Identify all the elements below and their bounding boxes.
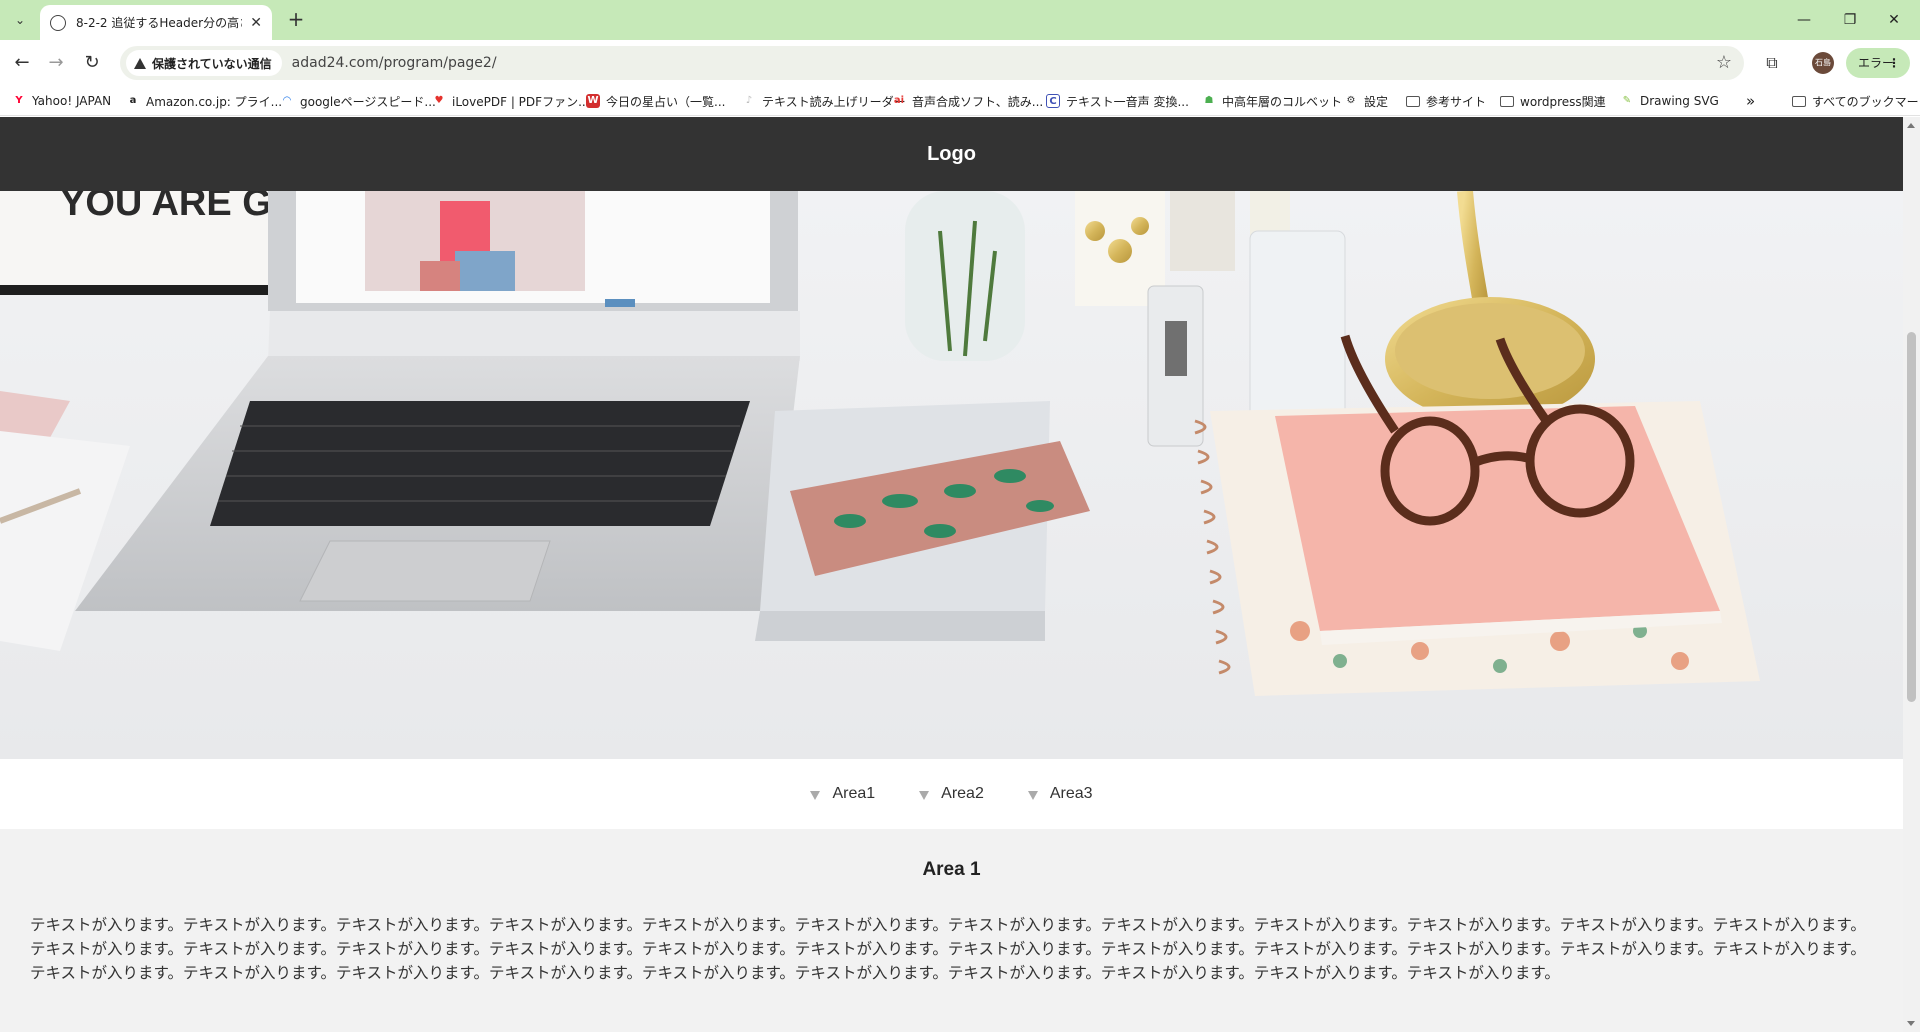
new-tab-button[interactable]: + bbox=[284, 8, 308, 32]
globe-icon bbox=[50, 14, 66, 31]
security-chip[interactable]: 保護されていない通信 bbox=[126, 50, 282, 76]
area-1-section: Area 1 テキストが入ります。テキストが入ります。テキストが入ります。テキス… bbox=[0, 829, 1903, 1032]
c-icon: C bbox=[1046, 94, 1060, 108]
bookmark-item[interactable]: ☗ 中高年層のコルベット bbox=[1202, 92, 1343, 110]
folder-icon bbox=[1792, 95, 1806, 107]
star-icon[interactable]: ☆ bbox=[1716, 52, 1732, 73]
horoscope-icon: W bbox=[586, 94, 600, 108]
bookmark-folder[interactable]: 参考サイト bbox=[1406, 92, 1486, 110]
area-nav: Area1 Area2 Area3 bbox=[0, 759, 1903, 829]
site-logo[interactable]: Logo bbox=[927, 143, 976, 166]
gear-icon: ⚙ bbox=[1346, 95, 1356, 106]
page-viewport: Logo YOU ARE GO Area1 Area2 Area3 Area 1… bbox=[0, 117, 1920, 1032]
warning-icon bbox=[134, 57, 146, 69]
url-text[interactable]: adad24.com/program/page2/ bbox=[292, 55, 497, 71]
security-label: 保護されていない通信 bbox=[152, 56, 272, 71]
bookmark-item[interactable]: ai 音声合成ソフト、読み... bbox=[892, 92, 1043, 110]
close-icon[interactable]: ✕ bbox=[250, 15, 262, 31]
all-bookmarks-folder[interactable]: すべてのブックマーク bbox=[1792, 92, 1920, 110]
arrow-right-icon: → bbox=[48, 52, 64, 73]
bookmark-item[interactable]: ♥ iLovePDF | PDFファン... bbox=[432, 92, 590, 110]
browser-toolbar: ← → ↻ 保護されていない通信 adad24.com/program/page… bbox=[0, 40, 1920, 86]
bookmark-item[interactable]: Y Yahoo! JAPAN bbox=[12, 92, 111, 110]
bookmarks-overflow-button[interactable]: » bbox=[1746, 92, 1755, 110]
bookmark-folder[interactable]: wordpress関連 bbox=[1500, 92, 1606, 110]
yahoo-icon: Y bbox=[15, 95, 23, 106]
android-icon: ☗ bbox=[1204, 95, 1214, 106]
bookmark-item[interactable]: C テキスト一音声 変換... bbox=[1046, 92, 1189, 110]
bookmark-item[interactable]: ◠ googleページスピード... bbox=[280, 92, 436, 110]
minimize-button[interactable]: — bbox=[1784, 6, 1824, 34]
ai-icon: ai bbox=[893, 95, 905, 106]
close-window-button[interactable]: ✕ bbox=[1874, 6, 1914, 34]
area-link-3[interactable]: Area3 bbox=[1027, 785, 1093, 803]
hero-desk-illustration: YOU ARE GO bbox=[0, 191, 1903, 759]
speech-icon: ♪ bbox=[745, 95, 753, 106]
triangle-down-icon bbox=[810, 790, 821, 800]
scroll-up-icon[interactable] bbox=[1907, 123, 1915, 128]
area-link-label: Area3 bbox=[1049, 785, 1093, 802]
bookmark-item[interactable]: ✎ Drawing SVG bbox=[1620, 92, 1719, 110]
scroll-thumb[interactable] bbox=[1907, 332, 1916, 702]
forward-button[interactable]: → bbox=[42, 49, 70, 77]
restore-button[interactable]: ❐ bbox=[1830, 6, 1870, 34]
area-link-label: Area1 bbox=[832, 785, 876, 802]
triangle-down-icon bbox=[1027, 790, 1038, 800]
drawing-icon: ✎ bbox=[1622, 95, 1632, 106]
reload-icon: ↻ bbox=[84, 52, 100, 73]
bookmark-item[interactable]: W 今日の星占い（一覧... bbox=[586, 92, 725, 110]
folder-icon bbox=[1406, 95, 1420, 107]
area-link-2[interactable]: Area2 bbox=[919, 785, 984, 803]
triangle-down-icon bbox=[919, 790, 930, 800]
scroll-down-icon[interactable] bbox=[1907, 1021, 1915, 1026]
heart-icon: ♥ bbox=[434, 95, 444, 106]
chevron-down-icon: ⌄ bbox=[14, 13, 26, 27]
poster-text: YOU ARE GO bbox=[60, 191, 301, 224]
amazon-icon: a bbox=[129, 95, 137, 106]
section-body: テキストが入ります。テキストが入ります。テキストが入ります。テキストが入ります。… bbox=[30, 916, 1866, 982]
site-header: Logo bbox=[0, 117, 1903, 191]
folder-icon bbox=[1500, 95, 1514, 107]
bookmarks-bar: Y Yahoo! JAPAN a Amazon.co.jp: プライ... ◠ goo… bbox=[0, 86, 1920, 116]
error-chip[interactable]: エラー ⋮ bbox=[1846, 48, 1910, 78]
active-tab[interactable]: 8-2-2 追従するHeader分の高さを ✕ bbox=[40, 5, 272, 40]
tab-title: 8-2-2 追従するHeader分の高さを bbox=[76, 16, 242, 30]
avatar[interactable]: 石島 bbox=[1812, 52, 1834, 74]
pagespeed-icon: ◠ bbox=[283, 95, 291, 106]
kebab-menu-icon: ⋮ bbox=[1888, 56, 1900, 70]
bookmark-item[interactable]: ⚙ 設定 bbox=[1344, 92, 1389, 110]
area-link-1[interactable]: Area1 bbox=[810, 785, 875, 803]
bookmark-item[interactable]: ♪ テキスト読み上げリーダー bbox=[742, 92, 906, 110]
tab-search-button[interactable]: ⌄ bbox=[8, 8, 32, 32]
back-button[interactable]: ← bbox=[8, 49, 36, 77]
arrow-left-icon: ← bbox=[14, 52, 30, 73]
extensions-icon[interactable]: ⧉ bbox=[1758, 49, 1786, 77]
tab-strip: ⌄ 8-2-2 追従するHeader分の高さを ✕ + — ❐ ✕ bbox=[0, 0, 1920, 40]
section-title: Area 1 bbox=[922, 859, 981, 880]
bookmark-item[interactable]: a Amazon.co.jp: プライ... bbox=[126, 92, 282, 110]
address-bar[interactable]: 保護されていない通信 adad24.com/program/page2/ ☆ bbox=[120, 46, 1744, 80]
reload-button[interactable]: ↻ bbox=[78, 49, 106, 77]
area-link-label: Area2 bbox=[941, 785, 984, 802]
hero-image: YOU ARE GO bbox=[0, 191, 1903, 759]
page-scrollbar[interactable] bbox=[1903, 117, 1920, 1032]
